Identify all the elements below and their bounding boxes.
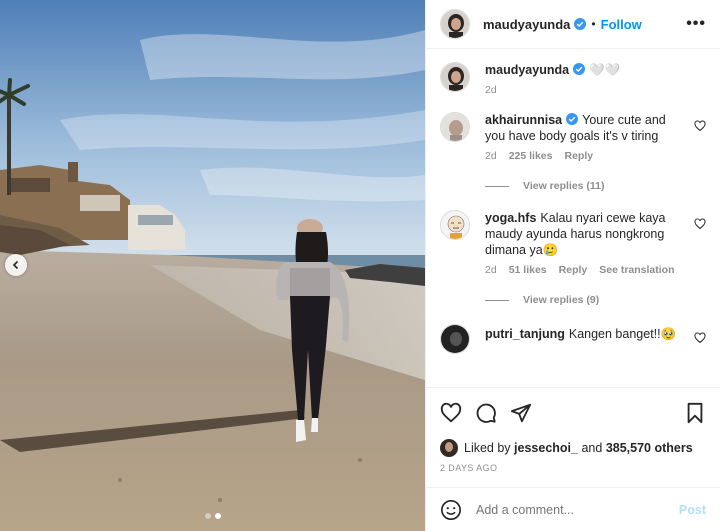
comment-text: putri_tanjung Kangen banget!!🥹 xyxy=(485,324,688,342)
liked-by-avatar[interactable] xyxy=(440,439,458,457)
comment-text: yoga.hfs Kalau nyari cewe kaya maudy ayun… xyxy=(485,210,688,258)
comment-body: yoga.hfs Kalau nyari cewe kaya maudy ayun… xyxy=(485,210,706,276)
post-viewer: maudyayunda • Follow ••• maudyayunda 🤍🤍 … xyxy=(0,0,720,531)
avatar[interactable] xyxy=(440,324,470,354)
chevron-left-icon xyxy=(12,260,19,270)
comment-likes[interactable]: 51 likes xyxy=(509,264,547,276)
post-side-panel: maudyayunda • Follow ••• maudyayunda 🤍🤍 … xyxy=(425,0,720,531)
avatar[interactable] xyxy=(440,210,470,240)
share-icon[interactable] xyxy=(510,402,532,424)
action-bar xyxy=(426,387,720,437)
comment-body: akhairunnisa Youre cute and you have body… xyxy=(485,112,706,162)
avatar-image xyxy=(441,211,469,239)
avatar-image xyxy=(440,439,458,457)
divider-line xyxy=(485,299,509,301)
comment-username[interactable]: yoga.hfs xyxy=(485,211,536,225)
comments-list[interactable]: maudyayunda 🤍🤍 2d akhairunnisa Youre cut… xyxy=(426,49,720,387)
caption-content: 🤍🤍 xyxy=(589,63,621,77)
verified-badge-icon xyxy=(574,18,587,30)
divider-line xyxy=(485,185,509,187)
heart-icon[interactable] xyxy=(440,402,462,424)
separator-bullet: • xyxy=(591,17,596,31)
caption-text: maudyayunda 🤍🤍 xyxy=(485,62,688,78)
caption-meta: 2d xyxy=(485,84,688,96)
comment-time[interactable]: 2d xyxy=(485,264,497,276)
caption-time[interactable]: 2d xyxy=(485,84,497,96)
avatar-image xyxy=(441,113,469,141)
comment-item: yoga.hfs Kalau nyari cewe kaya maudy ayun… xyxy=(440,210,706,276)
avatar-image xyxy=(441,325,469,353)
reply-button[interactable]: Reply xyxy=(564,150,593,162)
previous-slide-button[interactable] xyxy=(5,254,27,276)
comment-icon[interactable] xyxy=(475,402,497,424)
caption: maudyayunda 🤍🤍 2d xyxy=(440,62,706,96)
bookmark-icon[interactable] xyxy=(684,402,706,424)
caption-body: maudyayunda 🤍🤍 2d xyxy=(485,62,706,96)
like-comment-heart-icon[interactable] xyxy=(694,120,706,132)
author-username[interactable]: maudyayunda xyxy=(483,17,570,32)
avatar[interactable] xyxy=(440,112,470,142)
post-comment-button[interactable]: Post xyxy=(679,503,706,517)
verified-badge-icon xyxy=(573,63,586,75)
reply-button[interactable]: Reply xyxy=(559,264,588,276)
comment-composer: Post xyxy=(426,487,720,531)
liked-by-prefix: Liked by xyxy=(464,441,511,455)
comment-body: putri_tanjung Kangen banget!!🥹 xyxy=(485,324,706,354)
carousel-indicator xyxy=(0,513,425,519)
see-translation-button[interactable]: See translation xyxy=(599,264,674,276)
emoji-icon[interactable] xyxy=(440,499,462,521)
view-replies-label: View replies (11) xyxy=(523,180,605,192)
post-timestamp[interactable]: 2 DAYS AGO xyxy=(426,463,720,487)
comment-item: putri_tanjung Kangen banget!!🥹 xyxy=(440,324,706,354)
liked-by-user[interactable]: jessechoi_ xyxy=(514,441,578,455)
comment-username[interactable]: akhairunnisa xyxy=(485,113,562,127)
verified-badge-icon xyxy=(566,113,579,125)
comment-input[interactable] xyxy=(476,502,679,517)
avatar[interactable] xyxy=(440,62,470,92)
comment-item: akhairunnisa Youre cute and you have body… xyxy=(440,112,706,162)
liked-by: Liked by jessechoi_ and 385,570 others xyxy=(426,437,720,459)
view-replies-label: View replies (9) xyxy=(523,294,600,306)
post-photo[interactable] xyxy=(0,0,425,531)
more-options-icon[interactable]: ••• xyxy=(686,16,706,32)
follow-button[interactable]: Follow xyxy=(601,17,642,32)
view-replies-button[interactable]: View replies (11) xyxy=(485,180,706,192)
comment-likes[interactable]: 225 likes xyxy=(509,150,553,162)
comment-meta: 2d 225 likes Reply xyxy=(485,150,688,162)
post-header: maudyayunda • Follow ••• xyxy=(426,0,720,49)
comment-username[interactable]: putri_tanjung xyxy=(485,327,565,341)
comment-content: Kangen banget!!🥹 xyxy=(568,327,677,341)
liked-by-others[interactable]: 385,570 others xyxy=(606,441,693,455)
like-comment-heart-icon[interactable] xyxy=(694,218,706,230)
like-comment-heart-icon[interactable] xyxy=(694,332,706,344)
avatar[interactable] xyxy=(440,9,470,39)
comment-time[interactable]: 2d xyxy=(485,150,497,162)
comment-meta: 2d 51 likes Reply See translation xyxy=(485,264,688,276)
avatar-image xyxy=(441,10,469,38)
view-replies-button[interactable]: View replies (9) xyxy=(485,294,706,306)
liked-by-connector: and xyxy=(581,441,603,455)
carousel-dot xyxy=(204,513,211,519)
caption-username[interactable]: maudyayunda xyxy=(485,63,569,77)
comment-text: akhairunnisa Youre cute and you have body… xyxy=(485,112,688,144)
carousel-dot-active xyxy=(214,513,221,519)
avatar-image xyxy=(441,63,469,91)
beach-photo xyxy=(0,0,425,531)
